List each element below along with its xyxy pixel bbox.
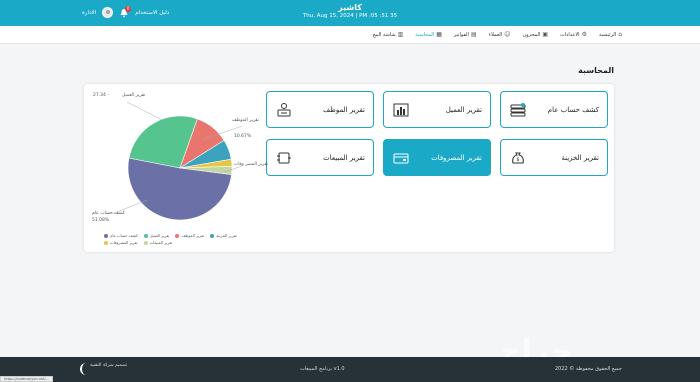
tile-label: تقرير المبيعات <box>323 153 365 162</box>
annotation-employee: تقرير الموظف <box>232 118 259 123</box>
tile-general-ledger[interactable]: كشف حساب عام <box>500 91 608 128</box>
footer: 2022 © جميع الحقوق محفوظة برنامج المبيعا… <box>0 357 700 382</box>
nav-item[interactable]: المحاسبة ▦ <box>415 31 442 38</box>
brand-logo-icon <box>80 363 88 375</box>
pie-chart-svg <box>111 101 243 221</box>
page-title: المحاسبة <box>578 66 614 75</box>
user-guide-link[interactable]: دليل الاستخدام <box>135 10 169 16</box>
top-bar: كاشير Thu, Aug 15, 2024 | PM :05 :51 35 … <box>0 0 700 26</box>
tile-sales-report[interactable]: تقرير المبيعات <box>266 139 374 176</box>
annotation-customer-value: 27.34 - <box>93 93 109 98</box>
tile-treasury-report[interactable]: تقرير الخزينة $ <box>500 139 608 176</box>
nav-item-label: الاعدادات <box>560 31 580 38</box>
notification-count: 0 <box>125 5 132 12</box>
legend-swatch <box>210 233 215 238</box>
legend-item[interactable]: تقرير المصروفات <box>104 240 138 245</box>
nav-item[interactable]: الاعدادات ⚙ <box>560 31 587 38</box>
user-name[interactable]: الادارة <box>82 10 96 16</box>
nav-item[interactable]: العملاء ☺ <box>489 31 511 38</box>
inventory-icon: ▣ <box>542 31 548 38</box>
sales-icon <box>275 150 293 166</box>
expenses-icon <box>392 150 410 166</box>
legend-item[interactable]: تقرير الموظف <box>175 233 204 238</box>
tile-customer-report[interactable]: تقرير العميل <box>383 91 491 128</box>
tile-label: تقرير الموظف <box>323 105 365 114</box>
leader-line <box>126 101 163 121</box>
legend-label: تقرير الخزينة <box>216 233 237 238</box>
legend-label: تقرير المبيعات <box>149 240 173 245</box>
copyright: 2022 © جميع الحقوق محفوظة <box>554 366 622 372</box>
status-url: https://codecanyon.net/... <box>0 376 54 382</box>
legend-swatch <box>104 240 108 245</box>
nav-item-label: المحاسبة <box>415 31 435 38</box>
home-icon: ⌂ <box>618 31 622 38</box>
legend-label: تقرير الموظف <box>181 233 205 238</box>
avatar[interactable] <box>102 7 114 18</box>
svg-text:$: $ <box>516 157 519 163</box>
bar-chart-icon <box>392 102 410 118</box>
reports-card: كشف حساب عام تقرير العميل تقرير الموظف ت… <box>84 84 614 252</box>
annotation-ledger-value: 51.08% <box>92 218 110 223</box>
legend-item[interactable]: تقرير العميل <box>143 233 170 238</box>
tile-employee-report[interactable]: تقرير الموظف <box>266 91 374 128</box>
nav-item-label: المخزون <box>522 31 541 38</box>
nav-item-label: شاشة البيع <box>372 31 396 38</box>
tile-label: تقرير الخزينة <box>561 153 599 162</box>
legend-label: تقرير العميل <box>149 233 170 238</box>
annotation-expenses: تقرير المصر وفات <box>234 162 269 167</box>
nav-item-label: الفواتير <box>453 31 469 38</box>
nav-item[interactable]: شاشة البيع ▥ <box>373 31 403 38</box>
nav-item-label: العملاء <box>488 31 503 38</box>
legend-swatch <box>143 233 148 238</box>
tile-expenses-report[interactable]: تقرير المصروفات <box>383 139 491 176</box>
legend-item[interactable]: تقرير المبيعات <box>143 240 173 245</box>
version: برنامج المبيعات v1.0 <box>300 366 345 372</box>
invoices-icon: ▤ <box>470 31 477 38</box>
tile-label: تقرير المصروفات <box>431 153 482 162</box>
legend-item[interactable]: تقرير الخزينة <box>210 233 237 238</box>
legend-swatch <box>143 240 148 245</box>
brand-credit[interactable]: تصميم شركة التقنية <box>90 363 127 369</box>
pos-icon: ▥ <box>397 31 404 38</box>
settings-icon: ⚙ <box>581 31 587 38</box>
legend-swatch <box>175 233 180 238</box>
tile-label: تقرير العميل <box>445 105 482 114</box>
annotation-ledger: كشف حساب عام <box>92 211 125 216</box>
notification-bell-icon[interactable]: 0 <box>119 5 132 18</box>
ledger-icon <box>509 102 527 118</box>
legend-label: كشف حساب عام <box>110 233 138 238</box>
main-nav: الرئيسية ⌂ الاعدادات ⚙ المخزون ▣ العملاء ☺ الفوا… <box>0 26 700 44</box>
accounting-icon: ▦ <box>436 31 442 38</box>
nav-items: الرئيسية ⌂ الاعدادات ⚙ المخزون ▣ العملاء ☺ الفوا… <box>373 31 622 38</box>
chart-legend: كشف حساب عام تقرير العميل تقرير الموظف تقري… <box>104 233 254 245</box>
nav-item[interactable]: المخزون ▣ <box>522 31 548 38</box>
customers-icon: ☺ <box>504 31 511 38</box>
nav-item[interactable]: الرئيسية ⌂ <box>599 31 622 38</box>
tile-label: كشف حساب عام <box>547 105 599 114</box>
pie-chart: 27.34 - تقرير العميل تقرير الموظف 10.67%… <box>92 90 268 248</box>
user-area: الادارة 0 دليل الاستخدام <box>82 5 169 18</box>
nav-item-label: الرئيسية <box>598 31 617 38</box>
nav-item[interactable]: الفواتير ▤ <box>454 31 477 38</box>
money-bag-icon: $ <box>509 150 527 166</box>
legend-item[interactable]: كشف حساب عام <box>104 233 138 238</box>
annotation-customer: تقرير العميل <box>122 93 146 98</box>
employee-icon <box>275 102 293 118</box>
annotation-employee-value: 10.67% <box>234 134 252 139</box>
legend-label: تقرير المصروفات <box>110 240 138 245</box>
legend-swatch <box>104 233 108 238</box>
